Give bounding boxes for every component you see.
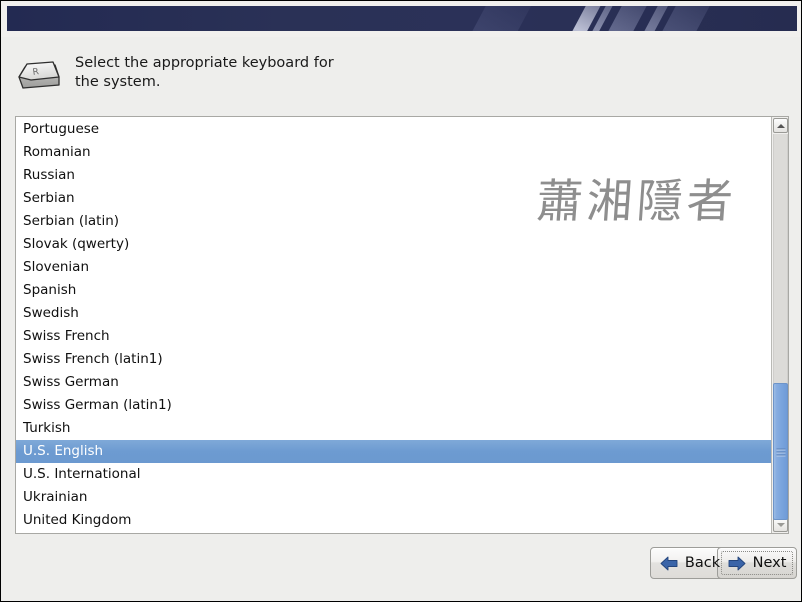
arrow-left-icon [660, 556, 678, 570]
keyboard-list-item[interactable]: U.S. International [16, 463, 771, 486]
list-scrollbar[interactable] [771, 117, 788, 533]
banner-streak [613, 6, 687, 31]
keyboard-list-item[interactable]: Swedish [16, 302, 771, 325]
keyboard-list-item[interactable]: U.S. English [16, 440, 771, 463]
header-section: R Select the appropriate keyboard for th… [1, 41, 801, 107]
scroll-down-arrow-icon [776, 522, 785, 527]
scroll-up-arrow-icon [776, 123, 785, 128]
banner-streak [561, 6, 633, 31]
keyboard-list-item[interactable]: Swiss German (latin1) [16, 394, 771, 417]
keyboard-list-area[interactable]: 蕭湘隱者 Portuguese Romanian Russian Serbian Ser… [16, 117, 771, 533]
keyboard-list-item[interactable]: Serbian (latin) [16, 210, 771, 233]
keyboard-list-item[interactable]: Ukrainian [16, 486, 771, 509]
keyboard-list-box[interactable]: 蕭湘隱者 Portuguese Romanian Russian Serbian Ser… [15, 116, 789, 534]
arrow-right-icon [728, 556, 746, 570]
next-button-label: Next [752, 555, 787, 571]
keyboard-list-item[interactable]: Spanish [16, 279, 771, 302]
next-button[interactable]: Next [717, 547, 797, 579]
banner-streak [441, 6, 543, 31]
scrollbar-thumb[interactable] [773, 383, 788, 520]
keyboard-list-item[interactable]: Romanian [16, 141, 771, 164]
keyboard-list-item[interactable]: Slovak (qwerty) [16, 233, 771, 256]
instruction-text: Select the appropriate keyboard for the … [75, 55, 334, 90]
keyboard-list-item[interactable]: Swiss French [16, 325, 771, 348]
installer-window: R Select the appropriate keyboard for th… [0, 0, 802, 602]
keyboard-list-rows: Portuguese Romanian Russian Serbian Serbian … [16, 117, 771, 532]
keyboard-list-item[interactable]: Slovenian [16, 256, 771, 279]
title-banner-area [1, 1, 801, 37]
title-banner [7, 6, 797, 31]
scrollbar-grip-icon [776, 448, 785, 455]
keyboard-list-item[interactable]: Russian [16, 164, 771, 187]
banner-streak [631, 6, 724, 31]
banner-streak [577, 6, 663, 31]
keyboard-list-item[interactable]: United Kingdom [16, 509, 771, 532]
keyboard-list-item[interactable]: Portuguese [16, 118, 771, 141]
keyboard-list-item[interactable]: Swiss French (latin1) [16, 348, 771, 371]
scroll-up-button[interactable] [773, 118, 788, 133]
keyboard-list-item[interactable]: Turkish [16, 417, 771, 440]
banner-streak [541, 6, 619, 31]
keyboard-list-item[interactable]: Swiss German [16, 371, 771, 394]
keyboard-list-item[interactable]: Serbian [16, 187, 771, 210]
keyboard-key-icon: R [15, 55, 63, 95]
footer-bar: Back Next [1, 533, 801, 601]
back-button-label: Back [684, 555, 721, 571]
